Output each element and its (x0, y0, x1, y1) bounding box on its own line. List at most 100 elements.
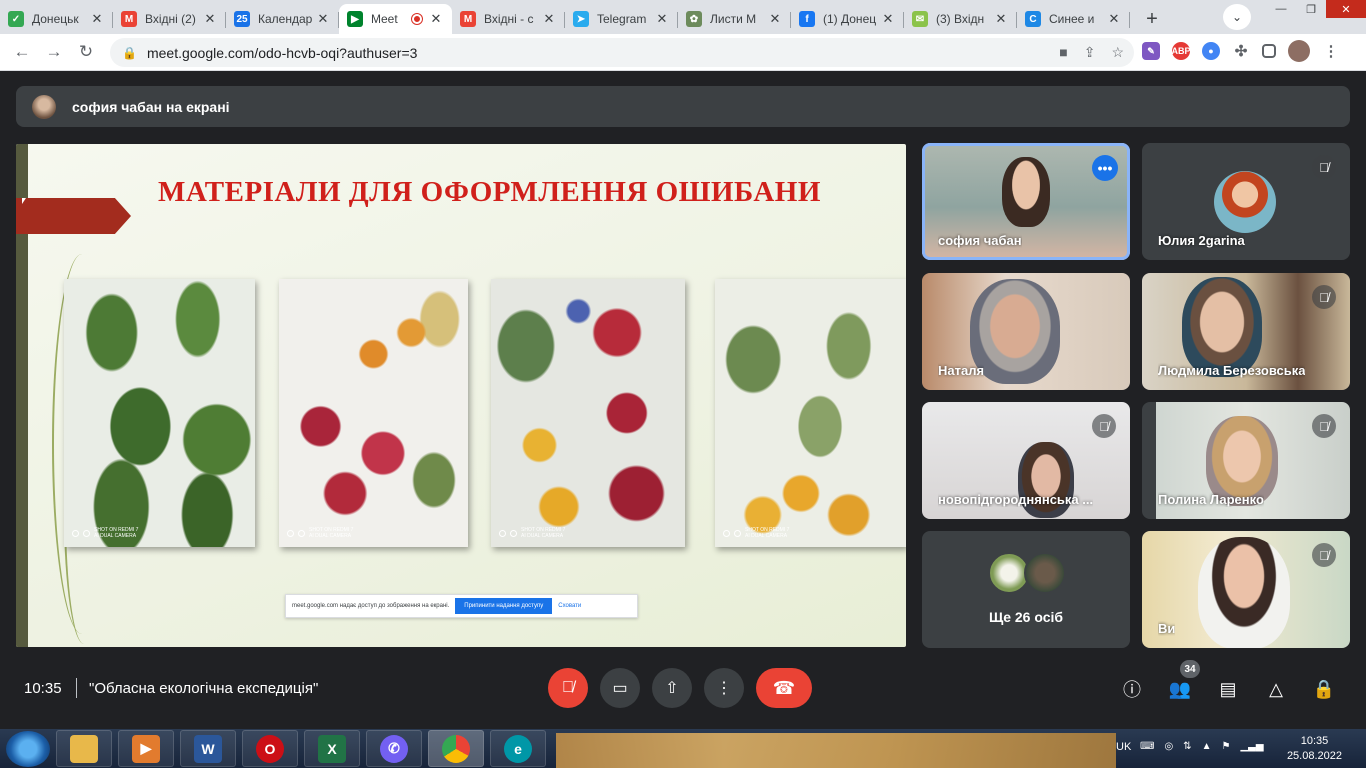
taskbar-excel[interactable]: X (304, 730, 360, 767)
taskbar-viber[interactable]: ✆ (366, 730, 422, 767)
share-icon[interactable]: ⇪ (1084, 44, 1096, 61)
flag-icon[interactable]: ⚑ (1221, 741, 1230, 752)
participant-tile-novopidgorodnyanska[interactable]: 🎙̸ новопідгороднянська ... (922, 402, 1130, 519)
more-participants-label: Ще 26 осіб (988, 609, 1064, 625)
participant-name: софия чабан (938, 233, 1022, 248)
participant-name: Юлия 2garina (1158, 233, 1245, 248)
more-options-button[interactable]: ⋮ (704, 668, 744, 708)
camera-toggle-button[interactable]: ▭ (600, 668, 640, 708)
chat-icon: ▤ (1219, 678, 1237, 699)
more-options-icon[interactable]: ••• (1092, 155, 1118, 181)
side-panel-icon[interactable] (1262, 44, 1276, 58)
browser-tab[interactable]: ✿ Листи М ✕ (678, 4, 791, 34)
tab-title: Синее и (1049, 12, 1095, 26)
address-toolbar: ← → ↻ 🔒 meet.google.com/odo-hcvb-oqi?aut… (0, 34, 1366, 71)
participant-tile-lyudmyla[interactable]: 🎙̸ Людмила Березовська (1142, 273, 1350, 390)
minimize-button[interactable]: — (1266, 0, 1296, 18)
browser-tab[interactable]: M Вхідні - с ✕ (452, 4, 565, 34)
reload-button[interactable]: ↻ (70, 36, 102, 68)
back-button[interactable]: ← (6, 36, 38, 68)
browser-tab[interactable]: ✉ (3) Вхідн ✕ (904, 4, 1017, 34)
participant-name: Полина Ларенко (1158, 492, 1264, 507)
tab-favicon-icon: ✉ (912, 11, 928, 27)
excel-icon: X (318, 734, 346, 763)
new-tab-button[interactable]: + (1138, 5, 1166, 33)
puzzle-extensions-icon[interactable]: ✣ (1232, 42, 1250, 60)
folder-icon (70, 734, 98, 763)
show-hidden-icons[interactable]: ▲ (1202, 741, 1212, 752)
system-clock[interactable]: 10:35 25.08.2022 (1287, 734, 1342, 764)
lock-person-icon: 🔒 (1312, 678, 1336, 699)
language-indicator[interactable]: UK (1116, 741, 1131, 753)
stop-sharing-button[interactable]: Припинити надання доступу (455, 598, 553, 614)
mic-off-icon: 🎙̸ (1312, 543, 1336, 567)
omnibox[interactable]: 🔒 meet.google.com/odo-hcvb-oqi?authuser=… (110, 38, 1134, 67)
signal-icon[interactable]: ▁▃▅ (1240, 741, 1263, 752)
network-tray-icon[interactable]: ⇅ (1183, 741, 1191, 752)
browser-tab[interactable]: ➤ Telegram ✕ (565, 4, 678, 34)
blue-extension-icon[interactable]: ● (1202, 42, 1220, 60)
taskbar-eset[interactable]: e (490, 730, 546, 767)
chat-button[interactable]: ▤ (1215, 676, 1241, 702)
taskbar-opera[interactable]: O (242, 730, 298, 767)
info-icon: ⓘ (1123, 680, 1141, 700)
taskbar-chrome[interactable] (428, 730, 484, 767)
participant-tile-polina[interactable]: 🎙̸ Полина Ларенко (1142, 402, 1350, 519)
taskbar-explorer[interactable] (56, 730, 112, 767)
activities-button[interactable]: △ (1263, 676, 1289, 702)
pen-extension-icon[interactable]: ✎ (1142, 42, 1160, 60)
profile-avatar[interactable] (1288, 40, 1310, 62)
close-tab-icon[interactable]: ✕ (428, 11, 444, 27)
mic-off-icon: 🎙̸ (1312, 155, 1336, 179)
leave-call-button[interactable]: ☎ (756, 668, 812, 708)
tab-favicon-icon: ➤ (573, 11, 589, 27)
participant-name: Людмила Березовська (1158, 363, 1306, 378)
hide-notice-button[interactable]: Сховати (558, 603, 581, 609)
present-screen-button[interactable]: ⇧ (652, 668, 692, 708)
close-tab-icon[interactable]: ✕ (89, 11, 105, 27)
mic-off-icon: 🎙̸ (1312, 414, 1336, 438)
people-button[interactable]: 👥 (1167, 676, 1193, 702)
adblock-extension-icon[interactable]: ABP (1172, 42, 1191, 60)
forward-button[interactable]: → (38, 36, 70, 68)
chrome-menu-icon[interactable]: ⋮ (1322, 42, 1340, 60)
participant-tile-sofia[interactable]: ••• софия чабан (922, 143, 1130, 260)
clock-time: 10:35 (1300, 735, 1329, 747)
close-window-button[interactable]: ✕ (1326, 0, 1366, 18)
antivirus-tray-icon[interactable]: ◎ (1164, 741, 1173, 752)
meeting-details-button[interactable]: ⓘ (1119, 676, 1145, 702)
browser-tab[interactable]: M Вхідні (2) ✕ (113, 4, 226, 34)
host-controls-button[interactable]: 🔒 (1311, 676, 1337, 702)
maximize-button[interactable]: ❐ (1296, 0, 1326, 18)
close-tab-icon[interactable]: ✕ (202, 11, 218, 27)
taskbar-word[interactable]: W (180, 730, 236, 767)
browser-tab[interactable]: 25 Календар ✕ (226, 4, 339, 34)
participant-tile-self[interactable]: 🎙̸ Ви (1142, 531, 1350, 648)
system-tray: UK ⌨ ◎ ⇅ ▲ ⚑ ▁▃▅ 10:35 25.08.2022 (1116, 729, 1366, 768)
close-tab-icon[interactable]: ✕ (767, 11, 783, 27)
browser-tab[interactable]: ▶ Meet ✕ (339, 4, 452, 34)
browser-tab[interactable]: C Синее и ✕ (1017, 4, 1130, 34)
close-tab-icon[interactable]: ✕ (880, 11, 896, 27)
camera-icon[interactable]: ■ (1059, 44, 1067, 61)
tab-search-icon[interactable]: ⌄ (1223, 4, 1251, 30)
close-tab-icon[interactable]: ✕ (541, 11, 557, 27)
keyboard-icon[interactable]: ⌨ (1140, 741, 1154, 752)
bookmark-star-icon[interactable]: ☆ (1111, 44, 1124, 61)
taskbar-media-player[interactable]: ▶ (118, 730, 174, 767)
close-tab-icon[interactable]: ✕ (654, 11, 670, 27)
close-tab-icon[interactable]: ✕ (315, 11, 331, 27)
browser-tab[interactable]: ✓ Донецьк ✕ (0, 4, 113, 34)
more-participants-tile[interactable]: Ще 26 осіб (922, 531, 1130, 648)
mic-off-icon: 🎙̸ (562, 679, 574, 696)
close-tab-icon[interactable]: ✕ (993, 11, 1009, 27)
eset-icon: e (504, 734, 532, 763)
close-tab-icon[interactable]: ✕ (1106, 11, 1122, 27)
browser-tab[interactable]: f (1) Донец ✕ (791, 4, 904, 34)
tab-favicon-icon: 25 (234, 11, 250, 27)
participant-tile-yulia[interactable]: 🎙̸ Юлия 2garina (1142, 143, 1350, 260)
start-button[interactable] (6, 730, 50, 767)
participant-tile-natalya[interactable]: Наталя (922, 273, 1130, 390)
people-icon: 👥 (1168, 678, 1192, 699)
mic-toggle-button[interactable]: 🎙̸ (548, 668, 588, 708)
